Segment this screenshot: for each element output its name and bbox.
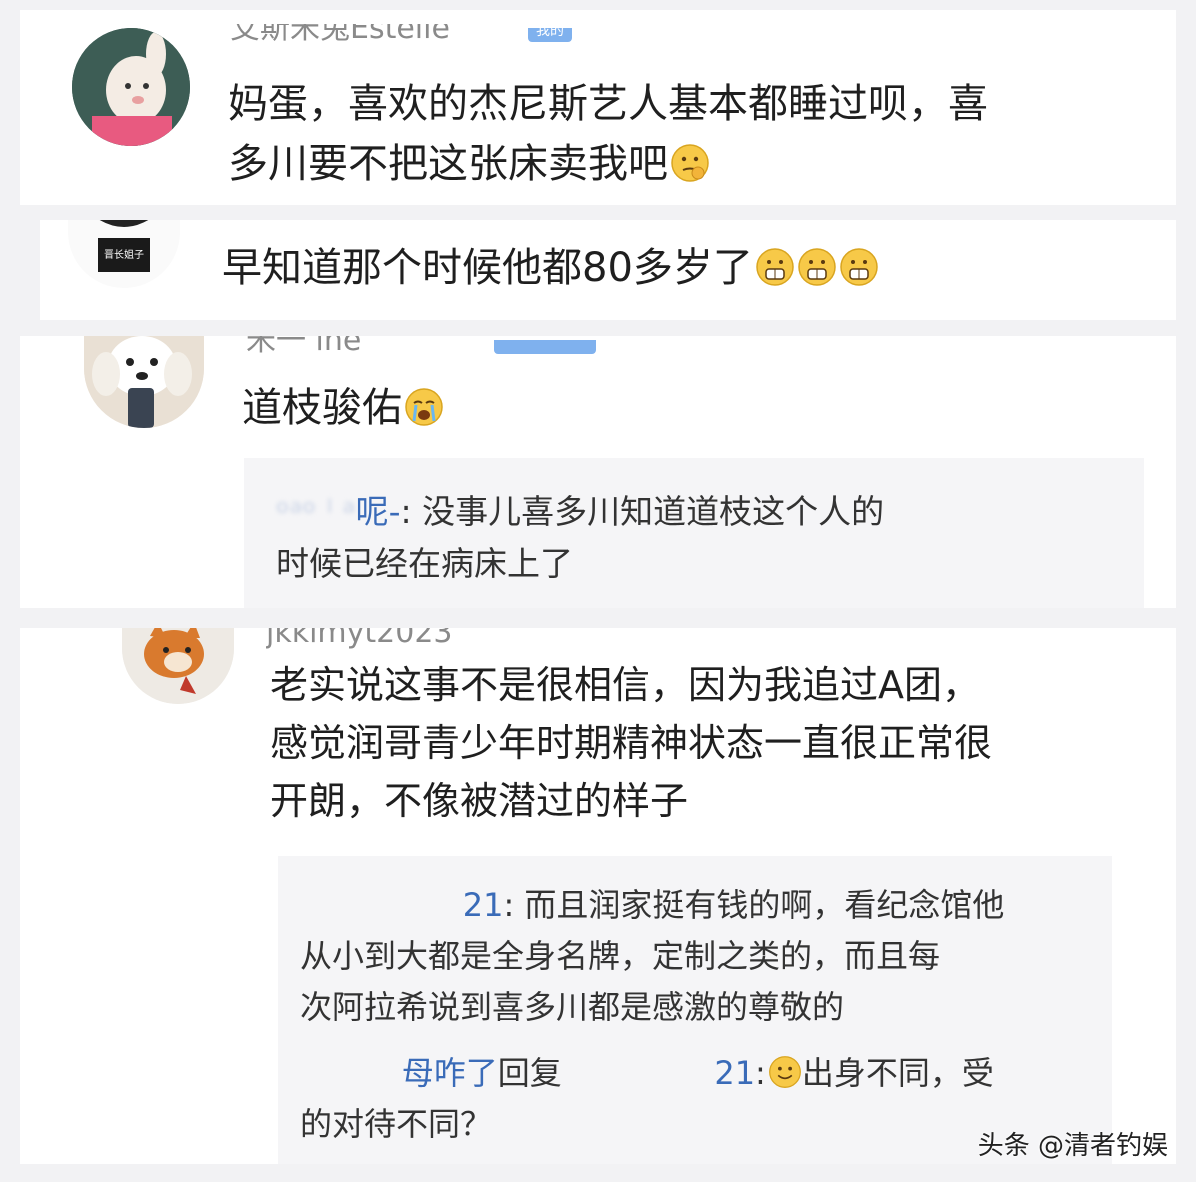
shiba-dog-avatar-icon bbox=[122, 628, 234, 704]
black-white-avatar-icon: 晋长姐子 bbox=[68, 220, 180, 288]
reply-line: 21: 而且润家挺有钱的啊，看纪念馆他 bbox=[300, 880, 1005, 931]
avatar[interactable] bbox=[72, 28, 190, 146]
reply-colon: : bbox=[503, 886, 525, 924]
comment-text: 妈蛋，喜欢的杰尼斯艺人基本都睡过呗，喜 多川要不把这张床卖我吧 bbox=[228, 74, 1148, 194]
reply-line: 母咋了回复 21: 出身不同，受 bbox=[300, 1048, 994, 1099]
comment-line: 妈蛋，喜欢的杰尼斯艺人基本都睡过呗，喜 bbox=[228, 81, 988, 127]
reply-author-blurred[interactable] bbox=[300, 1054, 402, 1092]
comment-text: 老实说这事不是很相信，因为我追过A团， 感觉润哥青少年时期精神状态一直很正常很 … bbox=[270, 656, 1150, 830]
reply-text: 而且润家挺有钱的啊，看纪念馆他 bbox=[524, 886, 1005, 924]
reply-line: 的对待不同？ bbox=[300, 1105, 493, 1143]
reply-text: 出身不同，受 bbox=[801, 1054, 994, 1092]
smile-emoji-icon bbox=[768, 1053, 802, 1088]
reply-line: 次阿拉希说到喜多川都是感激的尊敬的 bbox=[300, 988, 845, 1026]
avatar[interactable] bbox=[84, 336, 204, 428]
reply-target[interactable]: 21 bbox=[714, 1054, 755, 1092]
comment-line: 开朗，不像被潜过的样子 bbox=[270, 779, 689, 823]
avatar[interactable] bbox=[122, 628, 234, 704]
reply-colon: : bbox=[400, 492, 423, 531]
comment-text: 道枝骏佑 bbox=[242, 378, 444, 438]
reply-target-blurred[interactable] bbox=[562, 1054, 715, 1092]
svg-text:晋长姐子: 晋长姐子 bbox=[104, 248, 144, 261]
comment-line: 感觉润哥青少年时期精神状态一直很正常很 bbox=[270, 721, 993, 765]
comment-line: 多川要不把这张床卖我吧 bbox=[228, 134, 1148, 194]
username[interactable]: 艾斯米兔Estelle bbox=[230, 24, 450, 46]
reply-line: 时候已经在病床上了 bbox=[276, 544, 573, 583]
reply-author-blurred[interactable] bbox=[300, 886, 463, 924]
reply-author[interactable]: 母咋了 bbox=[402, 1054, 498, 1092]
user-badge bbox=[494, 340, 596, 354]
reply-author-blurred[interactable]: ᵒᵃᵒ ˡ ᵃ bbox=[276, 492, 356, 531]
reply-action: 回复 bbox=[497, 1054, 562, 1092]
username[interactable]: jkkimyt2023 bbox=[266, 628, 453, 650]
speechless-emoji-icon bbox=[797, 244, 837, 286]
reply-text: 没事儿喜多川知道道枝这个人的 bbox=[422, 492, 885, 531]
dog-avatar-icon bbox=[84, 336, 204, 428]
comment-card-2: 晋长姐子 早知道那个时候他都80多岁了 bbox=[40, 220, 1176, 320]
reply-author[interactable]: 21 bbox=[463, 886, 504, 924]
comment-card-3: 米一 ine 道枝骏佑 ᵒᵃᵒ ˡ ᵃ呢-: 没事儿喜多川知道道枝这个人的 时候… bbox=[20, 336, 1176, 608]
watermark: 头条 @清者钓娱 bbox=[977, 1131, 1168, 1161]
comment-card-4: jkkimyt2023 老实说这事不是很相信，因为我追过A团， 感觉润哥青少年时… bbox=[20, 628, 1176, 1164]
avatar[interactable]: 晋长姐子 bbox=[68, 220, 180, 288]
thinking-emoji-icon bbox=[670, 140, 710, 182]
comment-card-1: 艾斯米兔Estelle 我的 妈蛋，喜欢的杰尼斯艺人基本都睡过呗，喜 多川要不把… bbox=[20, 10, 1176, 205]
speechless-emoji-icon bbox=[839, 244, 879, 286]
comment-text: 早知道那个时候他都80多岁了 bbox=[222, 238, 1162, 298]
reply-box[interactable]: ᵒᵃᵒ ˡ ᵃ呢-: 没事儿喜多川知道道枝这个人的 时候已经在病床上了 bbox=[244, 458, 1144, 608]
reply-author[interactable]: 呢- bbox=[356, 492, 401, 531]
reply-box[interactable]: 21: 而且润家挺有钱的啊，看纪念馆他 从小到大都是全身名牌，定制之类的，而且每… bbox=[278, 856, 1112, 1164]
comment-line: 老实说这事不是很相信，因为我追过A团， bbox=[270, 663, 980, 707]
speechless-emoji-icon bbox=[755, 244, 795, 286]
reply-colon: : bbox=[755, 1054, 766, 1092]
crying-emoji-icon bbox=[404, 384, 444, 426]
user-badge: 我的 bbox=[528, 28, 572, 42]
cartoon-bunny-avatar-icon bbox=[72, 28, 190, 146]
reply-line: ᵒᵃᵒ ˡ ᵃ呢-: 没事儿喜多川知道道枝这个人的 bbox=[276, 486, 884, 538]
username[interactable]: 米一 ine bbox=[246, 336, 361, 358]
reply-line: 从小到大都是全身名牌，定制之类的，而且每 bbox=[300, 937, 941, 975]
